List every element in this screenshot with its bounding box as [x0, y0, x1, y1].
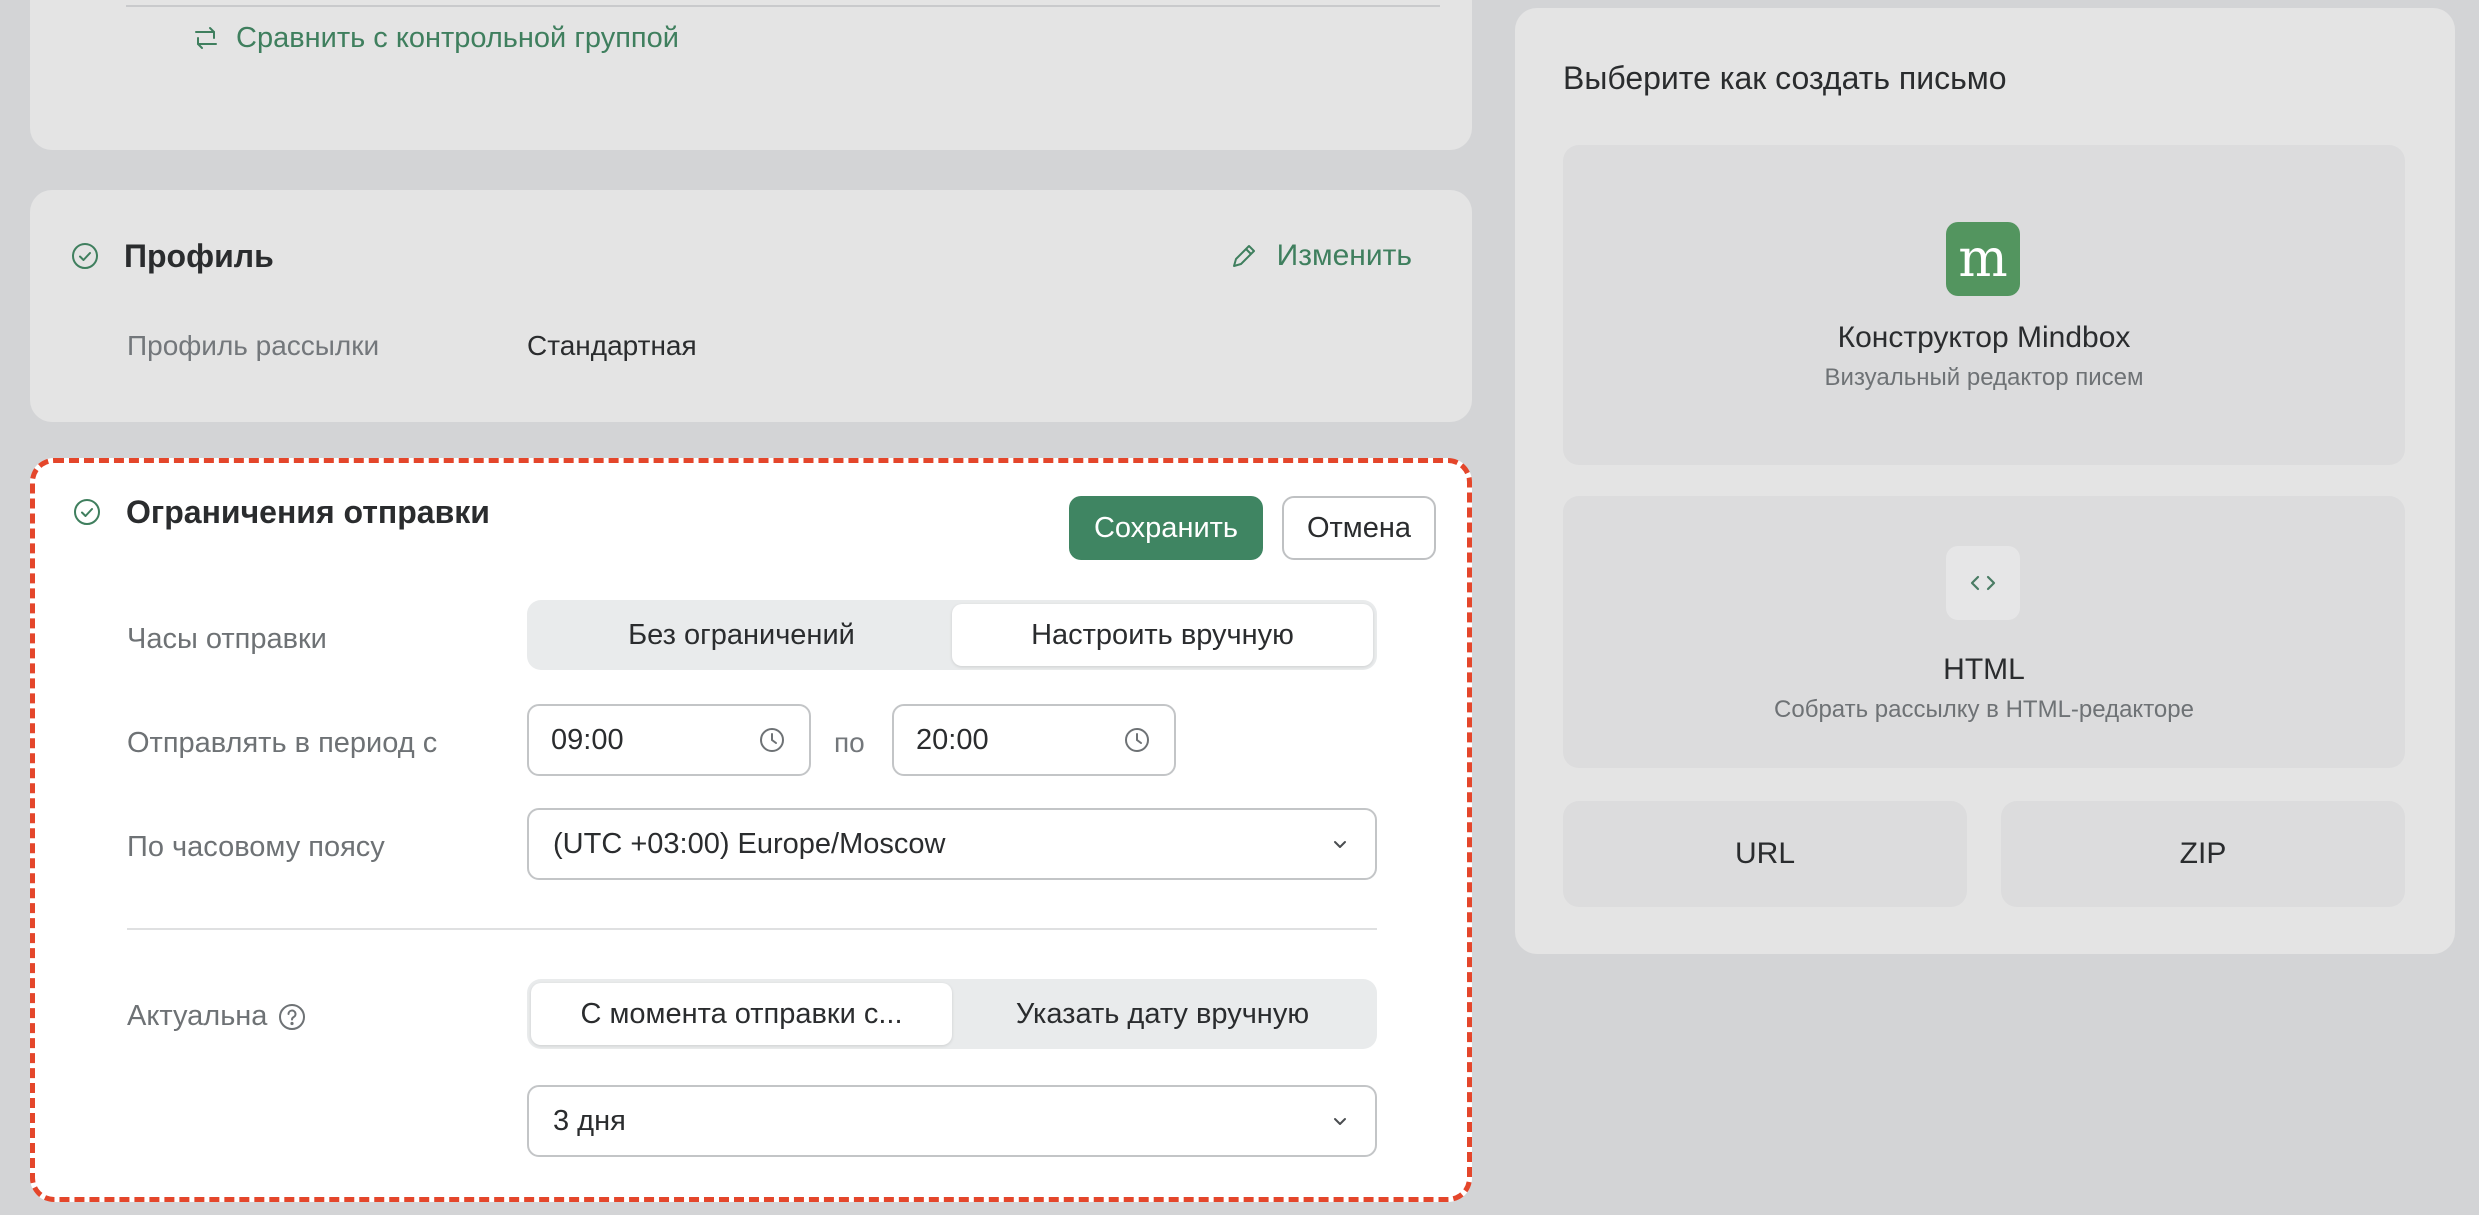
restrictions-title: Ограничения отправки: [126, 493, 490, 530]
timezone-label: По часовому поясу: [127, 831, 385, 863]
restrictions-header: Ограничения отправки: [72, 490, 490, 534]
help-icon[interactable]: [277, 1002, 307, 1032]
clock-icon: [1125, 728, 1149, 752]
check-circle-icon: [74, 499, 100, 525]
zip-option[interactable]: ZIP: [2001, 801, 2405, 907]
mindbox-option-title: Конструктор Mindbox: [1837, 321, 2131, 354]
mailing-profile-value: Стандартная: [527, 330, 697, 361]
profile-card: Профиль Изменить Профиль рассылки Станда…: [30, 190, 1472, 422]
actual-option-since-send[interactable]: С момента отправки с...: [531, 983, 952, 1045]
url-option[interactable]: URL: [1563, 801, 1967, 907]
mindbox-option-subtitle: Визуальный редактор писем: [1824, 364, 2144, 391]
chevron-down-icon: [1334, 841, 1346, 848]
save-button[interactable]: Сохранить: [1069, 496, 1263, 560]
check-circle-icon: [72, 243, 98, 269]
compare-icon: [195, 27, 217, 49]
send-restrictions-card: Ограничения отправки Сохранить Отмена Ча…: [30, 458, 1472, 1202]
actual-duration-select[interactable]: 3 дня: [527, 1085, 1377, 1157]
code-icon: [1946, 546, 2020, 620]
period-to-value: 20:00: [916, 723, 989, 756]
mindbox-logo: m: [1946, 222, 2020, 296]
mailing-profile-label: Профиль рассылки: [127, 330, 380, 361]
html-option-subtitle: Собрать рассылку в HTML-редакторе: [1774, 696, 2194, 723]
send-hours-label: Часы отправки: [127, 623, 327, 655]
actual-duration-value: 3 дня: [553, 1104, 626, 1137]
edit-profile-link[interactable]: Изменить: [1229, 234, 1412, 278]
actual-label-group: Актуальна: [127, 1000, 307, 1033]
period-to-input[interactable]: 20:00: [892, 704, 1176, 776]
send-hours-toggle: Без ограничений Настроить вручную: [527, 600, 1377, 670]
hours-option-unlimited[interactable]: Без ограничений: [531, 604, 952, 666]
compare-link-label: Сравнить с контрольной группой: [236, 21, 679, 54]
divider: [127, 928, 1377, 930]
cancel-button[interactable]: Отмена: [1282, 496, 1436, 560]
actual-label: Актуальна: [127, 1000, 268, 1032]
actual-toggle: С момента отправки с... Указать дату вру…: [527, 979, 1377, 1049]
actual-option-manual-date[interactable]: Указать дату вручную: [952, 983, 1373, 1045]
edit-link-label: Изменить: [1276, 239, 1412, 272]
chevron-down-icon: [1334, 1118, 1346, 1125]
timezone-select[interactable]: (UTC +03:00) Europe/Moscow: [527, 808, 1377, 880]
create-email-title: Выберите как создать письмо: [1563, 60, 2007, 96]
clock-icon: [760, 728, 784, 752]
html-option-title: HTML: [1943, 653, 2025, 686]
pencil-icon: [1232, 245, 1255, 267]
hours-option-manual[interactable]: Настроить вручную: [952, 604, 1373, 666]
period-from-value: 09:00: [551, 723, 624, 756]
html-editor-option[interactable]: HTML Собрать рассылку в HTML-редакторе: [1563, 496, 2405, 768]
period-from-input[interactable]: 09:00: [527, 704, 811, 776]
timezone-value: (UTC +03:00) Europe/Moscow: [553, 827, 946, 860]
send-period-label: Отправлять в период с: [127, 727, 438, 759]
mindbox-builder-option[interactable]: m Конструктор Mindbox Визуальный редакто…: [1563, 145, 2405, 465]
divider: [126, 5, 1440, 7]
profile-header: Профиль: [70, 234, 274, 278]
control-group-card: Сравнить с контрольной группой: [30, 0, 1472, 150]
create-email-panel: Выберите как создать письмо m Конструкто…: [1515, 8, 2455, 954]
profile-title: Профиль: [124, 237, 274, 274]
period-separator: по: [834, 727, 865, 758]
compare-control-group-link[interactable]: Сравнить с контрольной группой: [190, 20, 679, 56]
